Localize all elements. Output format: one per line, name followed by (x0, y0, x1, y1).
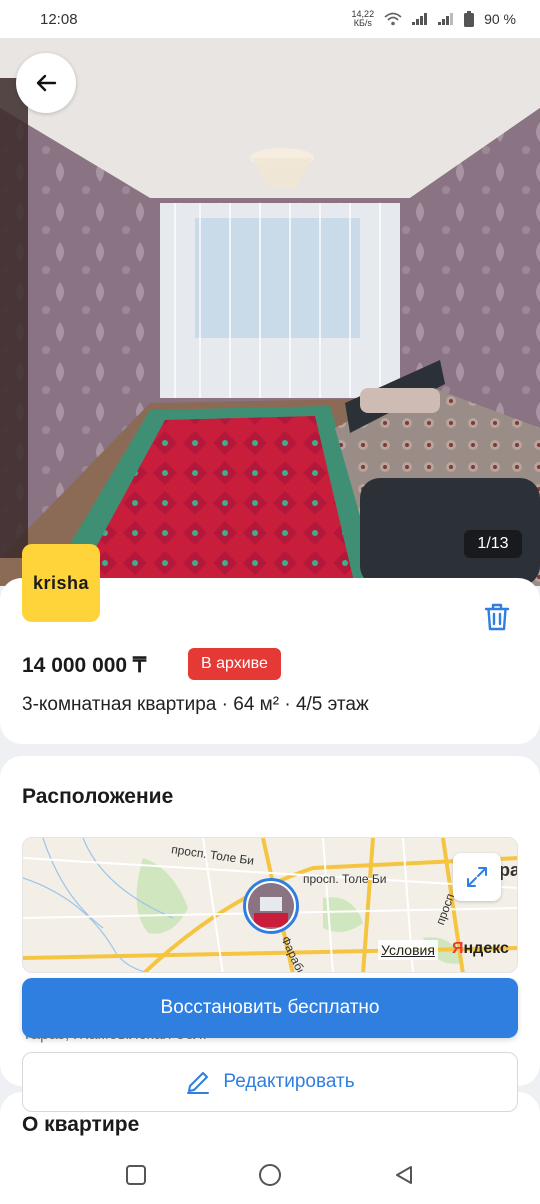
about-title: О квартире (22, 1113, 140, 1136)
map-terms-link[interactable]: Условия (378, 940, 438, 960)
map-city-label: ра (499, 860, 518, 880)
trash-icon (484, 603, 510, 631)
photo-counter: 1/13 (464, 530, 522, 558)
map-pin-photo (248, 883, 294, 929)
restore-button[interactable]: Восстановить бесплатно (22, 978, 518, 1038)
wifi-icon (384, 12, 402, 26)
recents-icon[interactable] (125, 1164, 147, 1186)
map-expand-button[interactable] (453, 853, 501, 901)
signal-icon (412, 13, 428, 25)
listing-subtitle: 3-комнатная квартира · 64 м² · 4/5 этаж (22, 694, 369, 715)
signal-2-icon (438, 13, 454, 25)
location-title: Расположение (22, 785, 174, 808)
room-photo (0, 38, 540, 586)
map-view[interactable]: просп. Толе Би просп. Толе Би Фараби про… (22, 837, 518, 973)
back-button[interactable] (16, 53, 76, 113)
system-nav-bar (0, 1146, 540, 1204)
status-time: 12:08 (40, 10, 78, 28)
krisha-logo: krisha (22, 544, 100, 622)
home-icon[interactable] (257, 1162, 283, 1188)
edit-button-label: Редактировать (223, 1071, 355, 1092)
expand-icon (467, 867, 487, 887)
net-speed: 14,22 КБ/s (351, 9, 375, 28)
listing-photo[interactable] (0, 38, 540, 586)
listing-price: 14 000 000 ₸ (22, 654, 147, 677)
pencil-icon (187, 1072, 210, 1094)
map-street-label: просп. Толе Би (303, 872, 387, 886)
edit-button[interactable]: Редактировать (22, 1052, 518, 1112)
map-pin[interactable] (243, 878, 299, 934)
back-nav-icon[interactable] (393, 1164, 415, 1186)
archive-badge: В архиве (188, 648, 281, 680)
delete-button[interactable] (480, 600, 514, 634)
yandex-logo: Яндекс (452, 940, 509, 957)
status-icons: 14,22 КБ/s 90 % (352, 10, 516, 28)
battery-level: 90 % (484, 11, 516, 27)
arrow-left-icon (36, 74, 57, 92)
status-bar: 12:08 14,22 КБ/s 90 % (0, 0, 540, 38)
battery-icon (464, 11, 475, 27)
